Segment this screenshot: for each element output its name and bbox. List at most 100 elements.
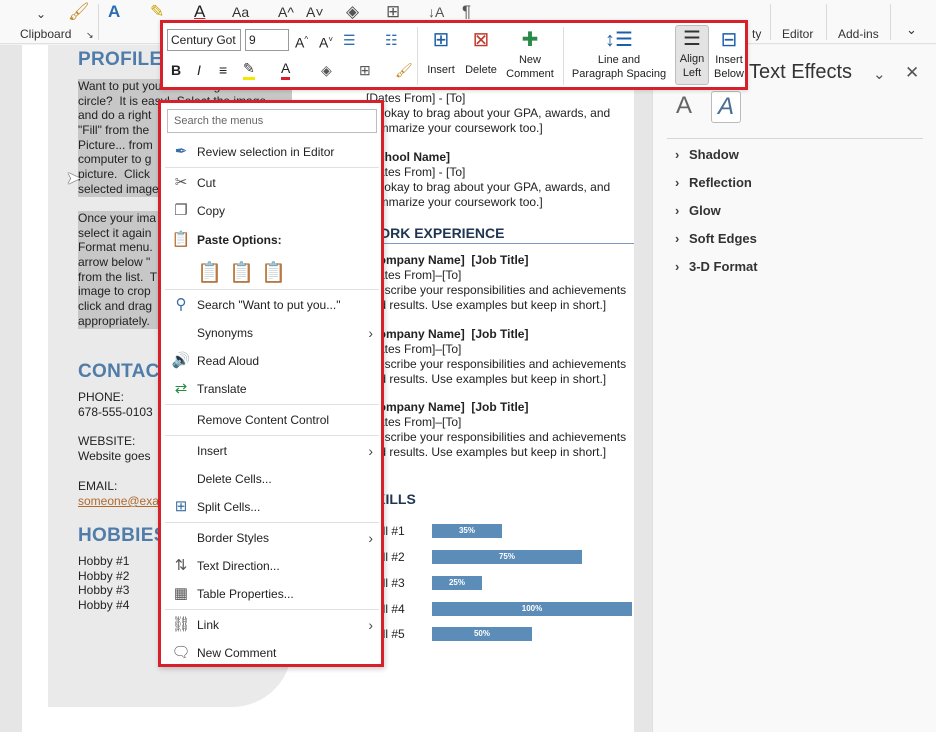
menu-item-border-styles[interactable]: Border Styles › <box>165 525 379 551</box>
effect-label: Reflection <box>689 175 752 190</box>
change-case-icon[interactable]: Aa <box>232 2 249 22</box>
menu-item-translate[interactable]: ⇄ Translate <box>165 376 379 402</box>
line-spacing-icon: ↕☰ <box>605 29 633 51</box>
bullets-icon[interactable]: ☰ <box>343 31 356 49</box>
menu-item-table-properties[interactable]: ▦ Table Properties... <box>165 581 379 607</box>
grow-font-icon[interactable]: A^ <box>295 31 308 52</box>
job-description: [Describe your responsibilities and achi… <box>366 430 627 444</box>
menu-item-delete-cells[interactable]: Delete Cells... <box>165 466 379 492</box>
new-comment-label: New <box>518 54 541 66</box>
shrink-font-icon[interactable]: A˅ <box>319 31 333 52</box>
collapse-ribbon-chevron-icon[interactable]: ⌄ <box>906 22 917 38</box>
delete-label: Delete <box>465 64 497 76</box>
borders-icon[interactable]: ⊞ <box>386 2 400 22</box>
paste-text-only-icon[interactable]: 📋 <box>261 260 286 285</box>
pilcrow-icon[interactable]: ¶ <box>462 2 471 22</box>
menu-item-link[interactable]: ⛓ Link › <box>165 612 379 638</box>
insert-label: Insert <box>427 64 455 76</box>
paste-merge-formatting-icon[interactable]: 📋 <box>229 260 254 285</box>
numbering-icon[interactable]: ☷ <box>385 31 398 49</box>
menu-item-text-direction[interactable]: ⇅ Text Direction... <box>165 553 379 579</box>
menu-separator <box>165 167 379 168</box>
ribbon-separator <box>890 4 891 40</box>
text-effects-pane: Text Effects ⌄ ✕ A A › Shadow › Reflection… <box>652 45 936 732</box>
menu-item-search[interactable]: ⚲ Search "Want to put you..." <box>165 292 379 318</box>
pane-options-chevron-icon[interactable]: ⌄ <box>873 65 886 83</box>
paste-options-header: 📋 Paste Options: <box>165 227 379 253</box>
insert-table-icon: ⊞ <box>432 29 450 51</box>
menu-item-split-cells[interactable]: ⊞ Split Cells... <box>165 494 379 520</box>
education-description: summarize your coursework too.] <box>366 195 543 209</box>
menu-item-read-aloud[interactable]: 🔊 Read Aloud <box>165 348 379 374</box>
font-color-icon[interactable]: A <box>194 2 205 22</box>
menu-item-review-editor[interactable]: ✒ Review selection in Editor <box>165 139 379 165</box>
line-spacing-button[interactable]: ↕☰ Line and Paragraph Spacing <box>567 27 671 81</box>
bold-icon[interactable]: B <box>171 61 181 79</box>
delete-button[interactable]: ⊠ Delete <box>463 27 499 77</box>
borders-icon[interactable]: ⊞ <box>359 61 371 79</box>
menu-item-cut[interactable]: ✂ Cut <box>165 170 379 196</box>
profile-heading: PROFILE <box>78 49 163 70</box>
skill-bar: 75% <box>432 550 582 564</box>
paste-keep-formatting-icon[interactable]: 📋 <box>197 260 222 285</box>
chevron-right-icon: › <box>368 530 373 546</box>
menu-item-label: Review selection in Editor <box>197 145 335 159</box>
align-left-label: Left <box>682 67 702 79</box>
text-fill-outline-tab-icon[interactable]: A <box>669 91 699 123</box>
close-icon[interactable]: ✕ <box>905 63 919 83</box>
translate-icon: ⇄ <box>174 380 188 397</box>
job-title: [Company Name] [Job Title] <box>366 253 529 267</box>
work-experience-heading: WORK EXPERIENCE <box>366 225 505 241</box>
insert-below-button[interactable]: ⊟ Insert Below <box>711 27 747 81</box>
font-size-select[interactable]: 9 <box>245 29 289 51</box>
effect-glow[interactable]: › Glow <box>675 203 721 218</box>
menu-item-copy[interactable]: ❐ Copy <box>165 198 379 224</box>
shrink-font-icon[interactable]: A˅ <box>306 2 324 22</box>
editor-pen-icon: ✒ <box>174 143 188 160</box>
menu-item-remove-content-control[interactable]: Remove Content Control <box>165 407 379 433</box>
menu-separator <box>165 522 379 523</box>
effect-shadow[interactable]: › Shadow <box>675 147 739 162</box>
education-description: summarize your coursework too.] <box>366 121 543 135</box>
menu-search-input[interactable]: Search the menus <box>167 109 377 133</box>
italic-icon[interactable]: I <box>197 61 201 79</box>
menu-item-insert[interactable]: Insert › <box>165 438 379 464</box>
format-painter-icon[interactable]: 🖌 <box>68 2 90 22</box>
text-effects-tab-icon[interactable]: A <box>711 91 741 123</box>
insert-below-icon: ⊟ <box>720 29 738 51</box>
new-comment-button[interactable]: ✚ New Comment <box>503 27 557 81</box>
text-effects-icon[interactable]: A <box>108 2 120 22</box>
menu-item-synonyms[interactable]: Synonyms › <box>165 320 379 346</box>
effect-label: Soft Edges <box>689 231 757 246</box>
ribbon-group-editor[interactable]: Editor <box>782 27 813 41</box>
effect-soft-edges[interactable]: › Soft Edges <box>675 231 757 246</box>
sort-icon[interactable]: ↓A <box>428 2 444 22</box>
job-title: [Company Name] [Job Title] <box>366 327 529 341</box>
grow-font-icon[interactable]: A^ <box>278 2 294 22</box>
font-name-select[interactable]: Century Got <box>167 29 241 51</box>
job-dates: [Dates From]–[To] <box>366 415 462 429</box>
highlight-icon[interactable]: ✎ <box>243 59 255 80</box>
paste-options-group: 📋 📋 📋 <box>197 260 317 286</box>
align-left-button[interactable]: ☰ Align Left <box>675 25 709 85</box>
shading-icon[interactable]: ◈ <box>321 61 332 79</box>
font-color-icon[interactable]: A <box>281 59 291 80</box>
format-painter-icon[interactable]: 🖌 <box>395 61 413 79</box>
effect-reflection[interactable]: › Reflection <box>675 175 752 190</box>
effect-3d-format[interactable]: › 3-D Format <box>675 259 758 274</box>
menu-item-label: Insert <box>197 444 228 458</box>
menu-item-new-comment[interactable]: 🗨 New Comment <box>165 640 379 666</box>
menu-separator <box>165 609 379 610</box>
insert-button[interactable]: ⊞ Insert <box>423 27 459 77</box>
job-title: [Company Name] [Job Title] <box>366 400 529 414</box>
job-description: and results. Use examples but keep in sh… <box>366 445 607 459</box>
chevron-down-icon[interactable]: ⌄ <box>36 4 46 24</box>
chevron-right-icon: › <box>675 147 680 162</box>
menu-item-label: Copy <box>197 204 226 218</box>
dialog-launcher-icon[interactable]: ↘ <box>86 30 94 41</box>
menu-item-label: Cut <box>197 176 216 190</box>
ribbon-group-addins[interactable]: Add-ins <box>838 27 879 41</box>
center-align-icon[interactable]: ≡ <box>219 61 227 79</box>
highlight-icon[interactable]: ✎ <box>150 2 164 22</box>
shading-icon[interactable]: ◈ <box>346 2 359 22</box>
